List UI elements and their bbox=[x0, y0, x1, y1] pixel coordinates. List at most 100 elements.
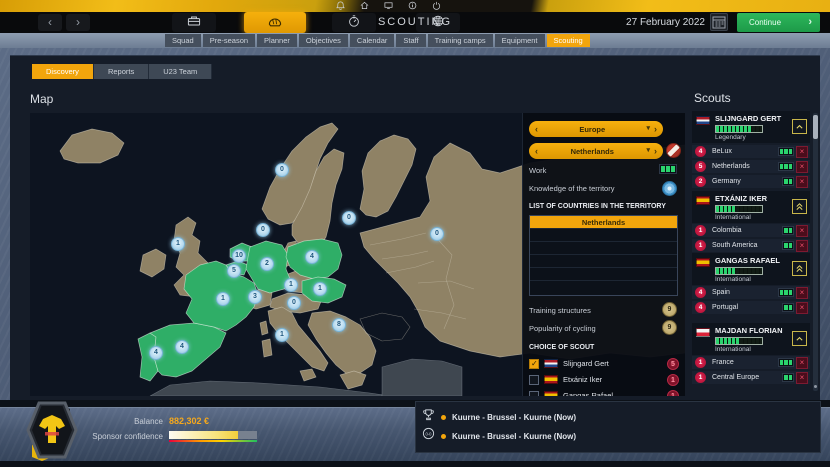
country-list-item[interactable] bbox=[530, 268, 677, 281]
scout-region-row: 1 Central Europe bbox=[692, 371, 810, 384]
race-toolbar-button[interactable] bbox=[244, 12, 306, 33]
next-country-icon[interactable] bbox=[650, 144, 657, 158]
map-marker-austria[interactable]: 0 bbox=[287, 296, 301, 310]
info-icon[interactable] bbox=[408, 1, 417, 10]
remove-region-button[interactable] bbox=[796, 239, 808, 252]
map-marker-baltics[interactable]: 0 bbox=[342, 211, 356, 225]
remove-region-button[interactable] bbox=[796, 145, 808, 158]
remove-region-button[interactable] bbox=[796, 224, 808, 237]
map-marker-switzerland[interactable]: 3 bbox=[248, 290, 262, 304]
next-region-icon[interactable] bbox=[650, 122, 657, 136]
map-marker-belgium[interactable]: 5 bbox=[227, 264, 241, 278]
helmet-icon bbox=[267, 14, 283, 31]
svg-text:0-0: 0-0 bbox=[425, 431, 432, 436]
tab-planner[interactable]: Planner bbox=[257, 34, 297, 47]
sponsor-confidence-bar bbox=[169, 431, 257, 439]
scouts-scrollbar[interactable] bbox=[813, 113, 818, 391]
scout-checkbox[interactable] bbox=[529, 358, 539, 369]
map-marker-spain[interactable]: 4 bbox=[175, 340, 189, 354]
remove-region-button[interactable] bbox=[796, 371, 808, 384]
tab-training-camps[interactable]: Training camps bbox=[427, 34, 493, 47]
scouts-sidebar: Scouts SLIJNGARD GERT Legendary 4 BeLux bbox=[692, 91, 820, 396]
page-title: SCOUTING bbox=[377, 16, 453, 28]
subtab-u23-team[interactable]: U23 Team bbox=[149, 64, 213, 79]
flag-spain-icon bbox=[544, 375, 558, 384]
country-list-item[interactable] bbox=[530, 229, 677, 242]
region-knowledge-gauge bbox=[777, 288, 794, 297]
sponsor-confidence-scale bbox=[169, 440, 257, 442]
expand-scout-button[interactable] bbox=[792, 261, 807, 276]
region-knowledge-gauge bbox=[777, 147, 794, 156]
country-list-item[interactable] bbox=[530, 281, 677, 294]
subtab-discovery[interactable]: Discovery bbox=[32, 64, 94, 79]
map-marker-netherlands[interactable]: 10 bbox=[232, 249, 246, 263]
remove-region-button[interactable] bbox=[796, 160, 808, 173]
tab-calendar[interactable]: Calendar bbox=[349, 34, 395, 47]
remove-region-button[interactable] bbox=[796, 356, 808, 369]
scout-region-row: 1 South America bbox=[692, 239, 810, 252]
forward-button[interactable] bbox=[66, 14, 90, 31]
map-marker-portugal[interactable]: 4 bbox=[149, 346, 163, 360]
scout-option[interactable]: Gangas Rafael 1 bbox=[529, 388, 679, 396]
bell-icon[interactable] bbox=[336, 1, 345, 10]
scout-option[interactable]: Etxániz Iker 1 bbox=[529, 372, 679, 387]
map-marker-hungary[interactable]: 1 bbox=[313, 282, 327, 296]
remove-region-button[interactable] bbox=[796, 286, 808, 299]
title-bar: SCOUTING 27 February 2022 Continue bbox=[0, 12, 830, 33]
tab-staff[interactable]: Staff bbox=[396, 34, 426, 47]
remove-region-button[interactable] bbox=[796, 175, 808, 188]
squad-toolbar-button[interactable] bbox=[172, 13, 216, 32]
event-bullet-icon bbox=[441, 433, 446, 439]
map-marker-italy[interactable]: 1 bbox=[275, 328, 289, 342]
scrollbar-thumb[interactable] bbox=[813, 115, 818, 139]
map-marker-czechia[interactable]: 1 bbox=[284, 278, 298, 292]
map-marker-germany[interactable]: 2 bbox=[260, 257, 274, 271]
tab-squad[interactable]: Squad bbox=[165, 34, 201, 47]
collapse-scout-button[interactable] bbox=[792, 119, 807, 134]
choice-of-scout-header: CHOICE OF SCOUT bbox=[529, 344, 595, 351]
map-marker-denmark[interactable]: 0 bbox=[256, 223, 270, 237]
scout-region-row: 1 Colombia bbox=[692, 224, 810, 237]
expand-scout-button[interactable] bbox=[792, 199, 807, 214]
tab-scouting[interactable]: Scouting bbox=[546, 34, 590, 47]
continue-button[interactable]: Continue bbox=[737, 13, 820, 32]
event-row[interactable]: 0-0 Kuurne - Brussel - Kuurne (Now) bbox=[422, 427, 576, 443]
map-marker-france[interactable]: 1 bbox=[216, 292, 230, 306]
briefcase-icon bbox=[186, 14, 202, 31]
flag-netherlands-icon bbox=[544, 359, 558, 368]
tab-pre-season[interactable]: Pre-season bbox=[202, 34, 256, 47]
countries-list-header: LIST OF COUNTRIES IN THE TERRITORY bbox=[529, 203, 666, 210]
back-button[interactable] bbox=[38, 14, 62, 31]
power-icon[interactable] bbox=[432, 1, 441, 10]
event-row[interactable]: Kuurne - Brussel - Kuurne (Now) bbox=[422, 409, 576, 424]
scout-skill-bar bbox=[715, 337, 763, 345]
team-logo[interactable] bbox=[12, 399, 86, 466]
countries-listbox: Netherlands bbox=[529, 215, 678, 296]
map-marker-romania[interactable]: 8 bbox=[332, 318, 346, 332]
country-select[interactable]: Netherlands bbox=[529, 143, 663, 159]
scout-checkbox[interactable] bbox=[529, 374, 539, 385]
region-knowledge-gauge bbox=[782, 303, 794, 312]
country-list-item[interactable]: Netherlands bbox=[530, 216, 677, 229]
home-icon[interactable] bbox=[360, 1, 369, 10]
map-marker-uk[interactable]: 1 bbox=[171, 237, 185, 251]
tab-equipment[interactable]: Equipment bbox=[494, 34, 545, 47]
collapse-scout-button[interactable] bbox=[792, 331, 807, 346]
subtab-reports[interactable]: Reports bbox=[93, 64, 150, 79]
flag-poland-icon bbox=[696, 328, 710, 337]
map-marker-russia[interactable]: 0 bbox=[430, 227, 444, 241]
scout-checkbox[interactable] bbox=[529, 390, 539, 396]
scouting-panel: Discovery Reports U23 Team Map 1 0 0 0 0… bbox=[10, 55, 820, 400]
calendar-button[interactable] bbox=[710, 13, 728, 31]
country-list-item[interactable] bbox=[530, 242, 677, 255]
europe-map[interactable]: 1000010524101314418 Europe Netherlands bbox=[30, 113, 685, 396]
map-marker-poland[interactable]: 4 bbox=[305, 250, 319, 264]
remove-region-button[interactable] bbox=[796, 301, 808, 314]
scout-option[interactable]: Slijngard Gert 5 bbox=[529, 356, 679, 371]
scout-region-row: 2 Germany bbox=[692, 175, 810, 188]
region-select[interactable]: Europe bbox=[529, 121, 663, 137]
map-marker-sweden[interactable]: 0 bbox=[275, 163, 289, 177]
display-icon[interactable] bbox=[384, 1, 393, 10]
tab-objectives[interactable]: Objectives bbox=[298, 34, 348, 47]
country-list-item[interactable] bbox=[530, 255, 677, 268]
